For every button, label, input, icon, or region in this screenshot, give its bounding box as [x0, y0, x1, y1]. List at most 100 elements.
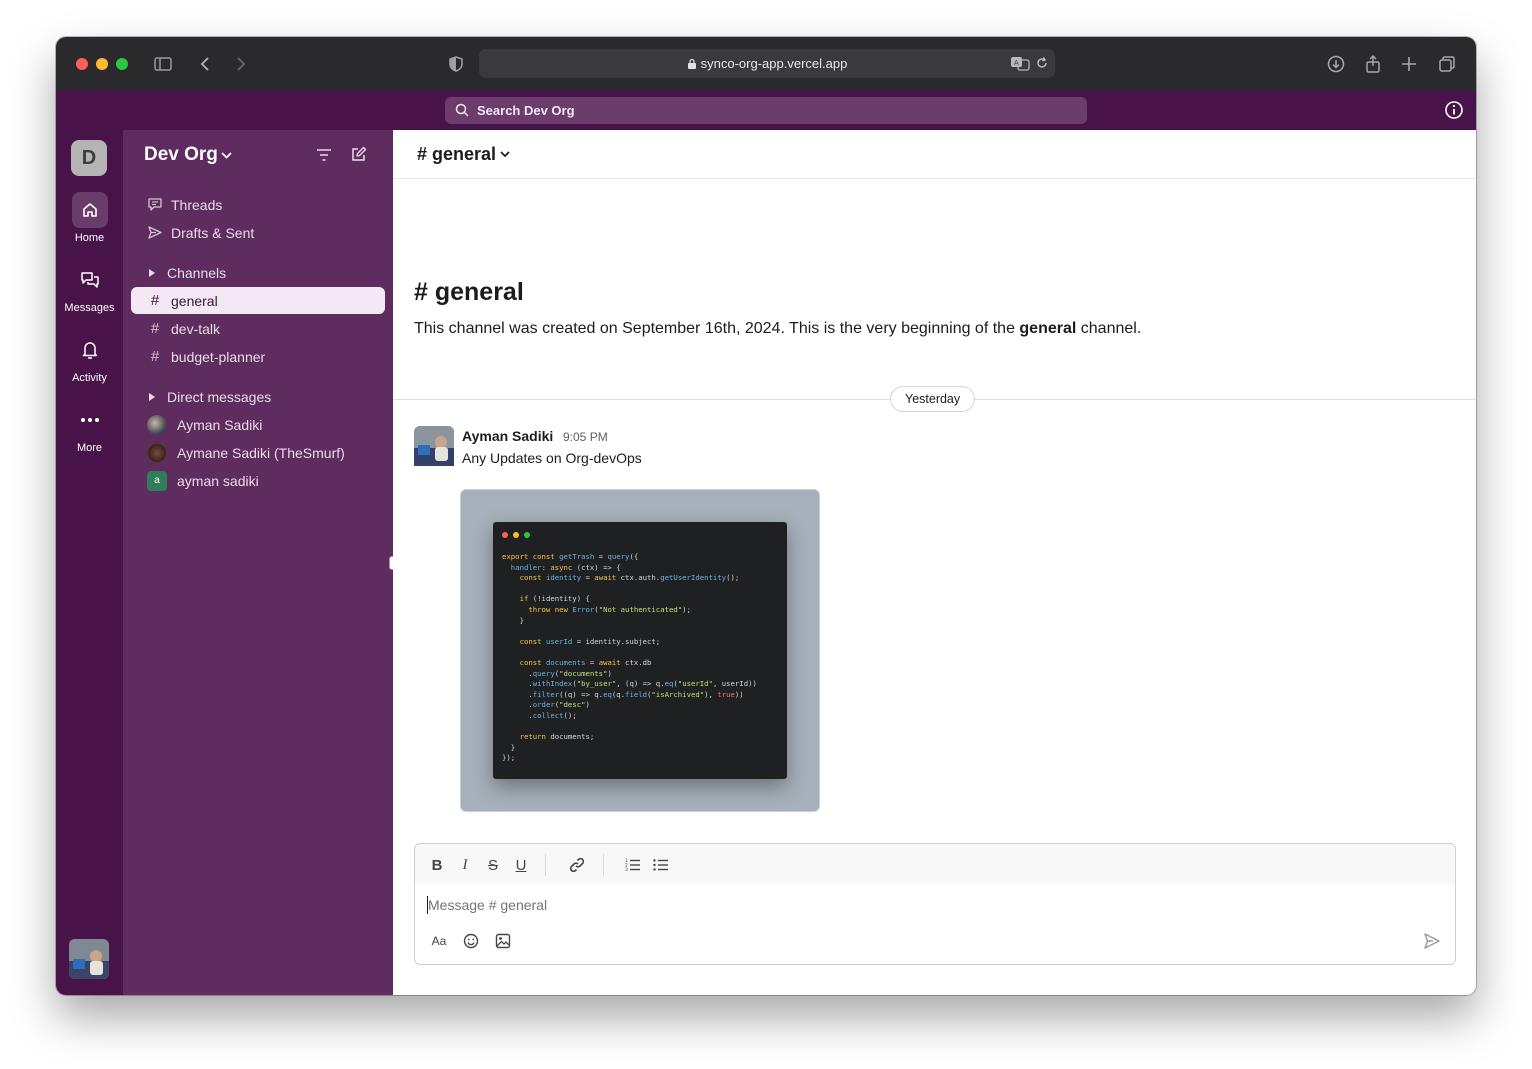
channel-name: dev-talk	[171, 320, 221, 337]
search-bar[interactable]: Search Dev Org	[445, 97, 1087, 124]
browser-window: synco-org-app.vercel.app A Search Dev Or…	[56, 37, 1476, 995]
sidebar-item-dm[interactable]: Aymane Sadiki (TheSmurf)	[131, 439, 385, 466]
message-image-attachment[interactable]: export const getTrash = query({ handler:…	[460, 489, 820, 812]
sidebar-item-threads[interactable]: Threads	[131, 191, 385, 218]
more-icon	[80, 418, 99, 422]
sidebar-item-channel[interactable]: # dev-talk	[131, 315, 385, 342]
workspace-name: Dev Org	[144, 144, 218, 165]
dm-section-toggle[interactable]: Direct messages	[131, 385, 385, 409]
ordered-list-button[interactable]: 123	[624, 856, 642, 874]
sidebar-item-dm[interactable]: a ayman sadiki	[131, 467, 385, 494]
sidebar-toggle-icon[interactable]	[153, 54, 173, 74]
channels-section-toggle[interactable]: Channels	[131, 261, 385, 285]
channel-intro-text: This channel was created on September 16…	[414, 320, 1141, 338]
sidebar-item-drafts[interactable]: Drafts & Sent	[131, 219, 385, 246]
workspace-switcher[interactable]: Dev Org	[144, 144, 232, 166]
info-icon[interactable]	[1444, 100, 1464, 120]
rail-activity[interactable]: Activity	[56, 332, 123, 384]
workspace-logo[interactable]: D	[71, 140, 107, 176]
strikethrough-button[interactable]: S	[484, 856, 502, 874]
zoom-window-button[interactable]	[116, 58, 128, 70]
threads-icon	[148, 198, 162, 211]
minimize-window-button[interactable]	[96, 58, 108, 70]
user-avatar[interactable]	[69, 939, 109, 979]
send-icon[interactable]	[1423, 932, 1441, 950]
sidebar-item-channel[interactable]: # general	[131, 287, 385, 314]
workspace-rail: D Home Messages Activity More	[56, 130, 123, 995]
browser-titlebar: synco-org-app.vercel.app A	[56, 37, 1476, 90]
formatting-toolbar: B I S U 123	[415, 844, 1455, 885]
downloads-icon[interactable]	[1326, 54, 1346, 74]
hash-icon: #	[150, 292, 160, 309]
intro-prefix: This channel was created on September 16…	[414, 320, 1020, 337]
new-tab-icon[interactable]	[1399, 54, 1419, 74]
rail-messages-label: Messages	[64, 302, 115, 314]
intro-channel-name: general	[1019, 320, 1077, 337]
attach-image-button[interactable]	[494, 932, 512, 950]
message-author[interactable]: Ayman Sadiki	[462, 428, 553, 444]
lock-icon	[687, 58, 696, 69]
day-divider-label[interactable]: Yesterday	[890, 386, 976, 412]
search-placeholder: Search Dev Org	[477, 103, 575, 118]
bell-icon	[82, 342, 97, 359]
back-icon[interactable]	[196, 54, 216, 74]
app-topbar: Search Dev Org	[56, 90, 1476, 130]
dm-avatar	[147, 442, 167, 463]
rail-activity-label: Activity	[72, 372, 107, 384]
message-input[interactable]	[428, 897, 1328, 913]
emoji-button[interactable]	[462, 932, 480, 950]
hash-icon: #	[150, 348, 160, 365]
address-bar[interactable]: synco-org-app.vercel.app A	[479, 49, 1055, 78]
dm-name: Ayman Sadiki	[177, 416, 263, 433]
message-composer: B I S U 123 Aa	[414, 843, 1456, 965]
sidebar-item-dm[interactable]: Ayman Sadiki	[131, 411, 385, 438]
bullet-list-button[interactable]	[652, 856, 670, 874]
reload-icon[interactable]	[1035, 56, 1049, 70]
share-icon[interactable]	[1363, 54, 1383, 74]
message-avatar-photo	[414, 426, 454, 466]
chevron-down-icon	[500, 151, 510, 158]
url-text: synco-org-app.vercel.app	[700, 56, 848, 71]
emoji-icon	[463, 933, 479, 949]
hash-icon: #	[150, 320, 160, 337]
channel-name: budget-planner	[171, 348, 266, 365]
caret-right-icon	[149, 393, 155, 401]
rail-messages[interactable]: Messages	[56, 262, 123, 314]
dm-avatar: a	[147, 470, 167, 491]
italic-button[interactable]: I	[456, 856, 474, 874]
channel-view: # general # general This channel was cre…	[393, 130, 1476, 995]
ordered-list-icon: 123	[625, 858, 640, 872]
close-window-button[interactable]	[76, 58, 88, 70]
messages-icon	[80, 272, 99, 288]
search-icon	[455, 103, 469, 117]
sidebar-item-channel[interactable]: # budget-planner	[131, 343, 385, 370]
code-screenshot-image: export const getTrash = query({ handler:…	[493, 522, 787, 779]
privacy-shield-icon[interactable]	[446, 54, 466, 74]
tab-overview-icon[interactable]	[1437, 54, 1457, 74]
filter-icon[interactable]	[316, 148, 332, 162]
section-label: Direct messages	[167, 389, 272, 405]
bold-button[interactable]: B	[428, 856, 446, 874]
message-avatar[interactable]	[414, 426, 454, 466]
rail-home[interactable]: Home	[56, 192, 123, 244]
underline-button[interactable]: U	[512, 856, 530, 874]
dm-avatar	[147, 414, 167, 435]
link-icon	[569, 857, 585, 873]
user-avatar-photo	[69, 939, 109, 979]
caret-right-icon	[149, 269, 155, 277]
channel-title-button[interactable]: # general	[417, 144, 510, 165]
formatting-toggle-button[interactable]: Aa	[430, 932, 448, 950]
image-icon	[495, 933, 511, 949]
channel-name: general	[171, 292, 218, 309]
message-timestamp[interactable]: 9:05 PM	[563, 430, 608, 444]
compose-icon[interactable]	[350, 146, 367, 163]
rail-more[interactable]: More	[56, 402, 123, 454]
dm-name: Aymane Sadiki (TheSmurf)	[177, 444, 345, 461]
channel-sidebar: Dev Org Threads Drafts & Sent Channels #…	[123, 130, 393, 995]
translate-icon[interactable]: A	[1010, 55, 1030, 72]
forward-icon[interactable]	[230, 54, 250, 74]
channel-header: # general	[393, 130, 1476, 179]
bullet-list-icon	[653, 859, 668, 871]
link-button[interactable]	[568, 856, 586, 874]
channel-title: # general	[417, 144, 497, 164]
